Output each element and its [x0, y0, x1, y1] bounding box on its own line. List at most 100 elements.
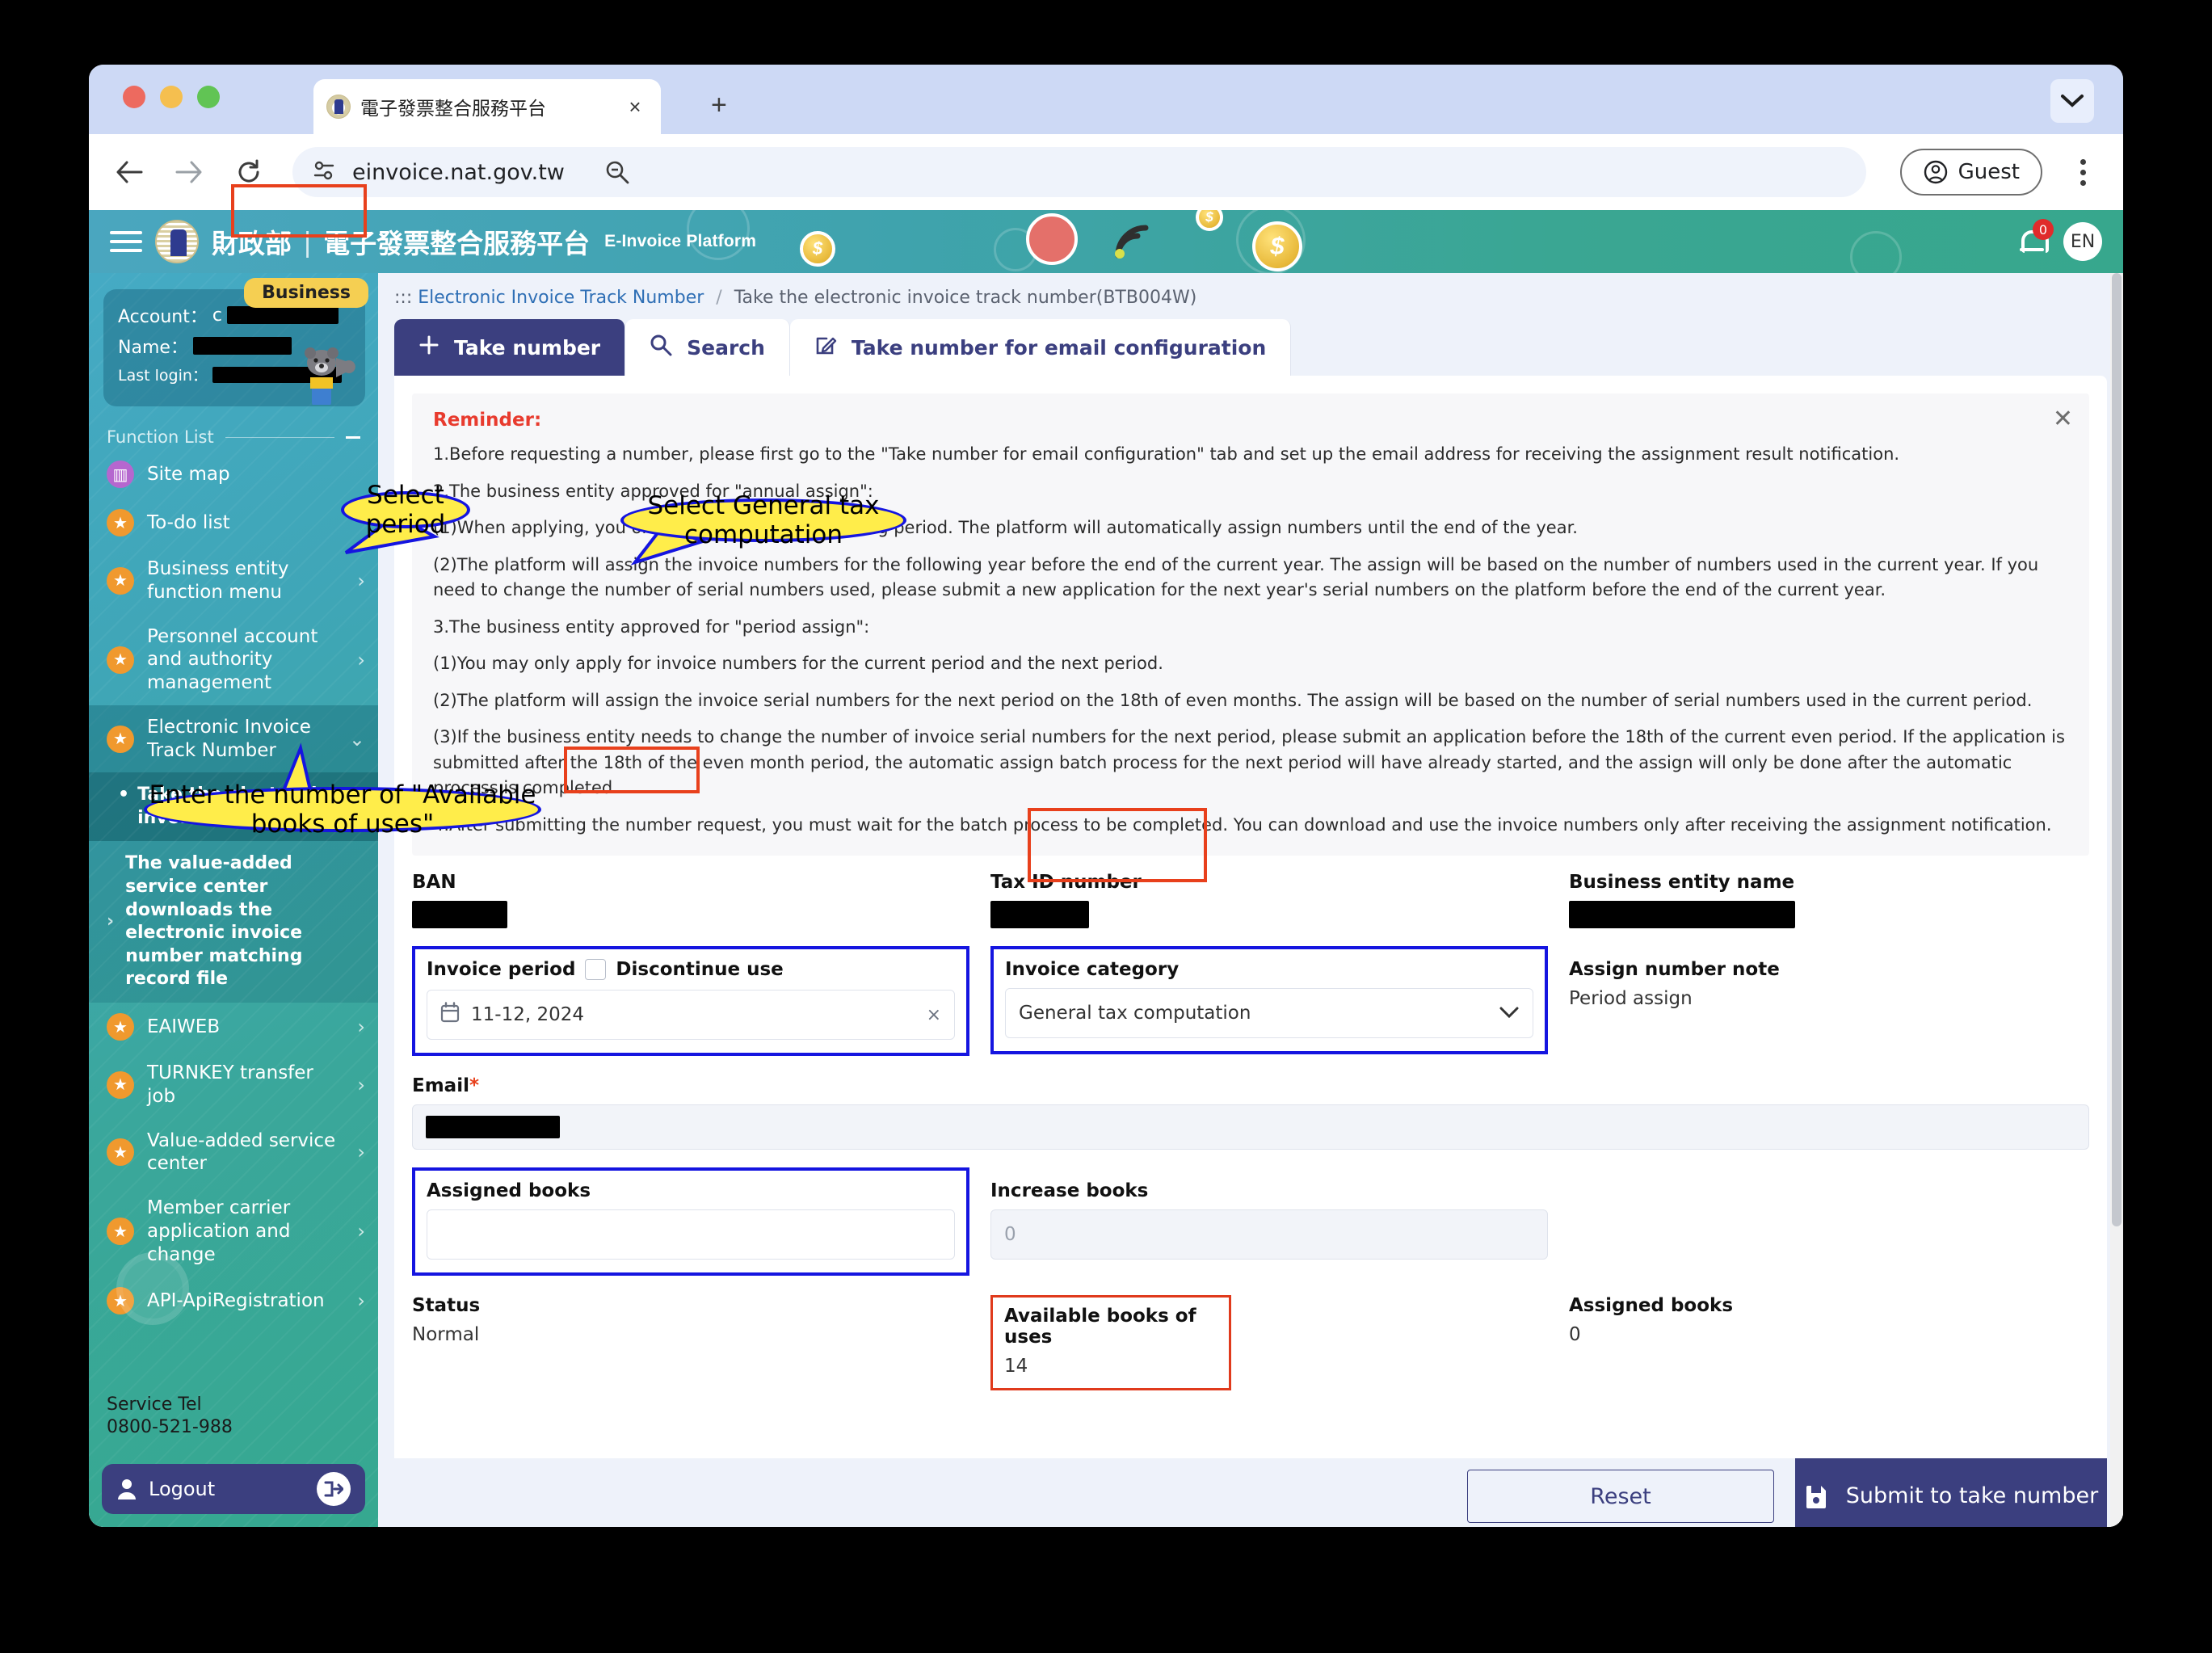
language-switch-button[interactable]: EN: [2063, 222, 2102, 261]
star-icon: ★: [107, 1013, 134, 1041]
assign-number-note-value: Period assign: [1569, 988, 1693, 1009]
reload-button[interactable]: [229, 153, 268, 191]
tax-id-value-redacted: [990, 901, 1089, 928]
decorative-wifi-icon: [1113, 223, 1159, 260]
back-button[interactable]: [110, 153, 149, 191]
callout-text: Select General tax computation: [647, 491, 880, 549]
sidebar-item-label: TURNKEY transfer job: [147, 1062, 313, 1107]
map-icon: ▥: [107, 461, 134, 488]
browser-address-bar: einvoice.nat.gov.tw Guest: [89, 134, 2123, 210]
ban-label: BAN: [412, 872, 456, 893]
profile-guest-button[interactable]: Guest: [1899, 149, 2042, 196]
menu-toggle-button[interactable]: [110, 231, 142, 252]
forward-button[interactable]: [170, 153, 208, 191]
decorative-bubble: [1850, 231, 1902, 273]
discontinue-use-checkbox[interactable]: [585, 959, 607, 980]
increase-books-label: Increase books: [990, 1180, 1149, 1201]
tab-list-chevron-down-icon[interactable]: [2050, 79, 2094, 123]
new-tab-button[interactable]: +: [711, 90, 727, 121]
last-login-label: Last login：: [118, 367, 208, 385]
tab-take-number-for-email-configuration[interactable]: Take number for email configuration: [789, 319, 1292, 376]
star-icon: ★: [107, 646, 134, 674]
invoice-category-field: Invoice category General tax computation: [990, 946, 1548, 1054]
browser-tab[interactable]: 電子發票整合服務平台 ×: [313, 79, 661, 134]
scrollbar-thumb[interactable]: [2112, 273, 2122, 1226]
account-value-redacted: [226, 306, 339, 324]
sidebar: Business Account： c Name： Last login： Fu…: [89, 273, 378, 1527]
increase-books-input[interactable]: 0: [990, 1209, 1548, 1260]
invoice-category-select[interactable]: General tax computation: [1005, 988, 1533, 1038]
decorative-coin-icon: $: [1196, 210, 1223, 231]
sidebar-item-label: Site map: [147, 463, 230, 485]
chevron-right-icon: ›: [357, 1289, 365, 1313]
assigned-books-input[interactable]: [427, 1209, 955, 1260]
chevron-right-icon: ›: [357, 1073, 365, 1096]
notification-badge: 0: [2033, 219, 2054, 240]
maximize-window-button[interactable]: [197, 86, 220, 108]
sidebar-item-value-added-service-center[interactable]: ★ Value-added service center ›: [89, 1119, 378, 1187]
status-label: Status: [412, 1295, 481, 1316]
star-icon: ★: [107, 509, 134, 536]
sidebar-item-label: Member carrier application and change: [147, 1197, 291, 1265]
email-input[interactable]: [412, 1104, 2089, 1150]
take-number-form: BAN Tax ID number Business entity name I…: [394, 856, 2107, 1390]
window-controls: [123, 86, 220, 108]
close-window-button[interactable]: [123, 86, 145, 108]
web-page: $ $ $ 財政部 | 電子發票整合服務平台 E-Invoice Platfor…: [89, 210, 2123, 1527]
tab-title: 電子發票整合服務平台: [360, 99, 546, 120]
submit-to-take-number-button[interactable]: Submit to take number: [1795, 1458, 2107, 1527]
bullet-icon: •: [118, 784, 130, 805]
star-icon: ★: [107, 1218, 134, 1246]
close-icon[interactable]: ✕: [2053, 405, 2073, 433]
zoom-out-icon[interactable]: [581, 159, 654, 185]
function-list-header: Function List: [107, 427, 360, 447]
url-bar[interactable]: einvoice.nat.gov.tw: [292, 147, 1866, 197]
sidebar-subitem-value-added-service-center-downloads[interactable]: › The value-added service center downloa…: [89, 841, 378, 1003]
assigned-books-input-label: Assigned books: [427, 1180, 591, 1201]
search-icon: [650, 334, 672, 361]
sidebar-item-eaiweb[interactable]: ★ EAIWEB ›: [89, 1003, 378, 1051]
breadcrumb-root-link[interactable]: Electronic Invoice Track Number: [418, 288, 704, 308]
name-value-redacted: [192, 337, 292, 355]
callout-enter-available-books: Enter the number of "Available books of …: [144, 780, 541, 839]
account-label: Account：: [118, 307, 208, 327]
sidebar-item-personnel-account-and-authority-management[interactable]: ★ Personnel account and authority manage…: [89, 615, 378, 705]
breadcrumb-prefix: :::: [394, 288, 413, 308]
site-settings-icon[interactable]: [312, 158, 336, 187]
title-divider: |: [303, 225, 313, 258]
decorative-coin-icon: $: [1252, 221, 1302, 271]
logout-arrow-icon: [317, 1472, 351, 1506]
notifications-bell-icon[interactable]: 0: [2018, 219, 2054, 258]
collapse-icon[interactable]: [346, 435, 360, 439]
sidebar-item-label: Value-added service center: [147, 1129, 336, 1175]
reminder-line: (3)If the business entity needs to chang…: [433, 727, 2065, 797]
close-tab-icon[interactable]: ×: [622, 95, 648, 120]
form-row-period-category: Invoice period Discontinue use 11-12, 20…: [412, 946, 2089, 1056]
plus-icon: [418, 334, 439, 360]
account-value-prefix: c: [212, 305, 222, 326]
reminder-panel: ✕ Reminder: 1.Before requesting a number…: [412, 393, 2089, 856]
tab-take-number[interactable]: Take number: [394, 319, 626, 376]
ban-field: BAN: [412, 872, 969, 928]
invoice-period-input[interactable]: 11-12, 2024 ×: [427, 990, 955, 1040]
logout-button[interactable]: Logout: [102, 1464, 365, 1514]
service-tel: Service Tel 0800-521-988: [107, 1394, 233, 1440]
service-tel-number: 0800-521-988: [107, 1417, 233, 1438]
breadcrumb-separator: /: [716, 288, 722, 308]
sidebar-item-label: To-do list: [147, 511, 230, 533]
callout-select-general-tax: Select General tax computation: [620, 491, 906, 549]
status-field: Status Normal: [412, 1295, 969, 1345]
minimize-window-button[interactable]: [160, 86, 183, 108]
chevron-right-icon: ›: [107, 911, 115, 932]
tab-label: Search: [687, 335, 765, 360]
ministry-of-finance-logo-icon: [155, 220, 199, 263]
invoice-period-value: 11-12, 2024: [471, 1004, 584, 1025]
increase-books-placeholder: 0: [1004, 1224, 1016, 1245]
reset-button[interactable]: Reset: [1467, 1470, 1774, 1523]
tab-search[interactable]: Search: [625, 319, 790, 376]
page-scrollbar[interactable]: [2110, 273, 2123, 1527]
business-entity-name-value-redacted: [1569, 901, 1795, 928]
browser-menu-button[interactable]: [2063, 158, 2102, 186]
sidebar-item-turnkey-transfer-job[interactable]: ★ TURNKEY transfer job ›: [89, 1051, 378, 1119]
clear-icon[interactable]: ×: [927, 1005, 941, 1025]
